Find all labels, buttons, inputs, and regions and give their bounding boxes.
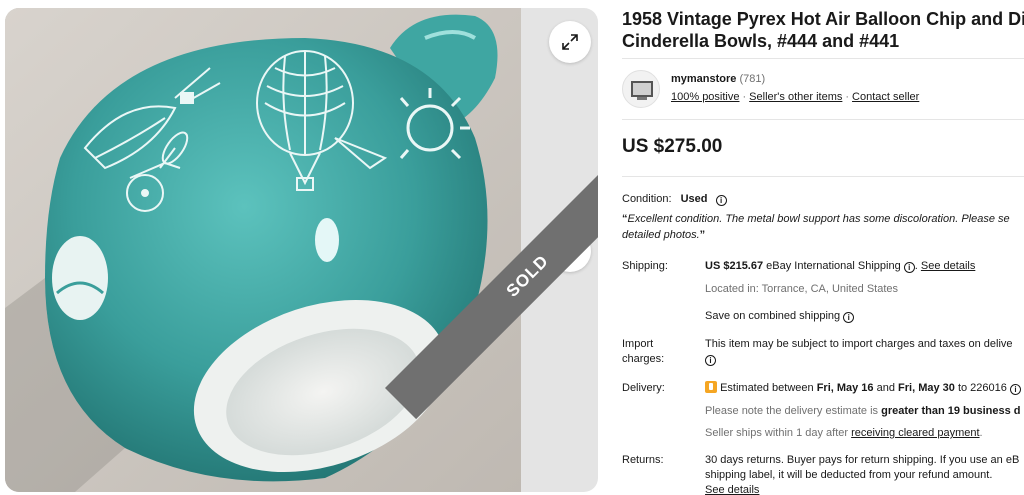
condition-note: Excellent condition. The metal bowl supp… (627, 213, 1010, 225)
shipping-value: US $215.67 eBay International Shipping i… (705, 260, 976, 273)
seller-ships-note: Seller ships within 1 day after receivin… (705, 427, 983, 439)
info-icon[interactable]: i (715, 195, 727, 206)
divider (622, 58, 1024, 59)
delivery-date-end: Fri, May 30 (898, 382, 955, 394)
shipping-see-details-link[interactable]: See details (921, 260, 975, 272)
seller-avatar[interactable] (622, 70, 660, 108)
receiving-cleared-payment-link[interactable]: receiving cleared payment (851, 427, 979, 439)
import-charges-label: Import charges: (622, 338, 665, 365)
shipping-cost: US $215.67 (705, 260, 764, 272)
image-gallery: SOLD (5, 8, 598, 492)
returns-label: Returns: (622, 454, 664, 466)
info-icon[interactable]: i (705, 355, 716, 366)
returns-see-details-link[interactable]: See details (705, 484, 759, 495)
seller-card: mymanstore (781) 100% positive · Seller's … (622, 70, 1024, 108)
shipping-method: eBay International Shipping (766, 260, 901, 272)
expand-image-button[interactable] (549, 21, 591, 63)
seller-other-items-link[interactable]: Seller's other items (749, 91, 842, 103)
info-icon[interactable]: i (843, 312, 855, 323)
divider (622, 119, 1024, 120)
info-icon[interactable]: i (1009, 384, 1021, 395)
seller-logo-icon (631, 81, 653, 100)
item-title-line2: Cinderella Bowls, #444 and #441 (622, 31, 900, 51)
seller-name[interactable]: mymanstore (671, 73, 736, 85)
delivery-zip[interactable]: to 226016 (958, 382, 1007, 394)
main-product-photo[interactable] (5, 8, 521, 492)
condition-value: Used (680, 193, 708, 205)
combined-shipping: Save on combined shipping i (705, 309, 855, 324)
seller-links: 100% positive · Seller's other items · Conta… (671, 91, 920, 103)
seller-positive-link[interactable]: 100% positive (671, 91, 740, 103)
delivery-estimate: Estimated between Fri, May 16 and Fri, M… (705, 381, 1021, 396)
item-price: US $275.00 (622, 136, 723, 157)
seller-name-row: mymanstore (781) (671, 73, 765, 85)
item-title: 1958 Vintage Pyrex Hot Air Balloon Chip … (622, 8, 1024, 52)
condition-row: Condition: Used i (622, 192, 727, 207)
expand-icon (562, 34, 578, 50)
contact-seller-link[interactable]: Contact seller (852, 91, 919, 103)
import-charges-text: This item may be subject to import charg… (705, 338, 1013, 350)
condition-note-line2: detailed photos. (622, 229, 700, 241)
info-icon[interactable]: i (903, 262, 915, 273)
import-charges-value: This item may be subject to import charg… (705, 337, 1013, 367)
combined-shipping-text: Save on combined shipping (705, 310, 841, 322)
shipping-label: Shipping: (622, 260, 668, 272)
pyrex-bowl-illustration (5, 8, 521, 492)
delivery-flag-icon (705, 381, 717, 393)
item-details-panel: 1958 Vintage Pyrex Hot Air Balloon Chip … (622, 0, 1024, 495)
delivery-label: Delivery: (622, 382, 665, 394)
delivery-date-start: Fri, May 16 (816, 382, 874, 394)
delivery-note: Please note the delivery estimate is gre… (705, 405, 1021, 417)
divider (622, 176, 1024, 177)
seller-feedback-count: (781) (739, 73, 766, 85)
condition-label: Condition: (622, 193, 672, 205)
returns-policy: 30 days returns. Buyer pays for return s… (705, 454, 1020, 495)
condition-description: “Excellent condition. The metal bowl sup… (622, 213, 1010, 241)
item-location: Located in: Torrance, CA, United States (705, 283, 899, 295)
item-title-line1: 1958 Vintage Pyrex Hot Air Balloon Chip … (622, 9, 1024, 29)
